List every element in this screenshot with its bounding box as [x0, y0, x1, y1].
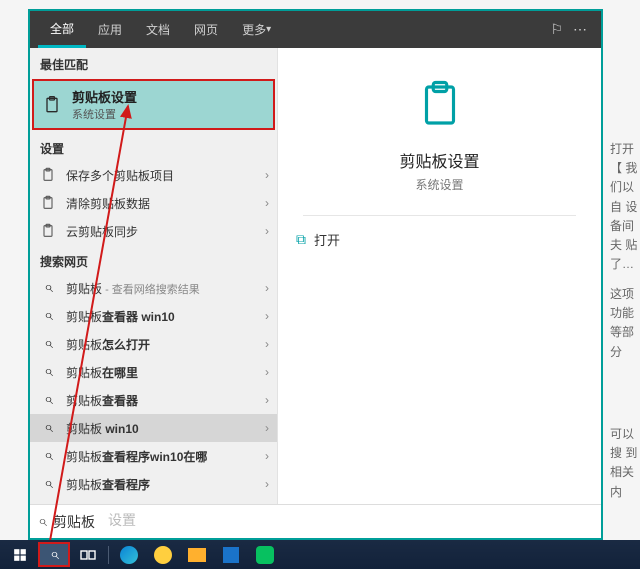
- section-best-match: 最佳匹配: [30, 48, 277, 77]
- taskbar-app-store[interactable]: [215, 542, 247, 567]
- search-icon: [40, 420, 56, 436]
- chevron-right-icon: [265, 196, 269, 210]
- taskbar-app-explorer[interactable]: [181, 542, 213, 567]
- taskbar: [0, 540, 640, 569]
- web-search-item-label: 剪贴板查看程序win10在哪: [66, 448, 267, 465]
- search-icon: [40, 308, 56, 324]
- web-search-item-label: 剪贴板查看器: [66, 392, 267, 409]
- search-icon: [38, 513, 47, 531]
- chevron-right-icon: [265, 421, 269, 435]
- web-search-item[interactable]: 剪贴板查看器 win10: [30, 302, 277, 330]
- best-match-item[interactable]: 剪贴板设置 系统设置: [32, 79, 275, 130]
- settings-item-label: 清除剪贴板数据: [66, 195, 267, 212]
- web-search-item[interactable]: 剪贴板在哪里: [30, 358, 277, 386]
- web-search-item[interactable]: 剪贴板查看程序: [30, 470, 277, 498]
- chevron-right-icon: [265, 281, 269, 295]
- chevron-right-icon: [265, 393, 269, 407]
- web-search-item[interactable]: 剪贴板怎么打开: [30, 330, 277, 358]
- search-input-row: 设置: [30, 504, 601, 538]
- web-search-item[interactable]: 剪贴板 win10: [30, 414, 277, 442]
- tab-docs[interactable]: 文档: [134, 11, 182, 48]
- web-search-item[interactable]: 剪贴板 - 查看网络搜索结果: [30, 274, 277, 302]
- clipboard-icon: [40, 223, 56, 239]
- chevron-right-icon: [265, 337, 269, 351]
- open-icon: ⧉: [296, 231, 306, 248]
- clipboard-icon: [40, 195, 56, 211]
- start-button[interactable]: [4, 542, 36, 567]
- preview-title: 剪贴板设置: [399, 148, 479, 172]
- section-settings: 设置: [30, 132, 277, 161]
- feedback-icon[interactable]: ⚐: [550, 21, 563, 38]
- chevron-right-icon: [265, 449, 269, 463]
- preview-open-label: 打开: [314, 230, 340, 249]
- web-search-item-label: 剪贴板怎么打开: [66, 336, 267, 353]
- tab-all[interactable]: 全部: [38, 11, 86, 48]
- search-icon: [40, 392, 56, 408]
- web-search-item[interactable]: 剪贴板查看程序win10在哪: [30, 442, 277, 470]
- search-icon: [40, 336, 56, 352]
- preview-open-action[interactable]: ⧉ 打开: [288, 226, 348, 253]
- divider: [108, 546, 109, 564]
- overflow-icon[interactable]: ⋯: [573, 21, 587, 38]
- settings-item-label: 保存多个剪贴板项目: [66, 167, 267, 184]
- taskbar-app-wechat[interactable]: [249, 542, 281, 567]
- clipboard-icon: [42, 95, 62, 115]
- search-icon: [40, 280, 56, 296]
- side-text: 可以搜 到相关内: [610, 425, 640, 502]
- best-match-title: 剪贴板设置: [72, 87, 137, 106]
- side-text: 这项功能 等部分: [610, 285, 640, 362]
- settings-item[interactable]: 保存多个剪贴板项目: [30, 161, 277, 189]
- chevron-right-icon: [265, 168, 269, 182]
- settings-item-label: 云剪贴板同步: [66, 223, 267, 240]
- results-list: 最佳匹配 剪贴板设置 系统设置 设置 保存多个剪贴板项目清除剪贴板数据云剪贴板同…: [30, 48, 278, 504]
- web-search-item-label: 剪贴板查看器 win10: [66, 308, 267, 325]
- tab-more[interactable]: 更多: [230, 11, 283, 48]
- web-search-item[interactable]: 剪贴板查看器: [30, 386, 277, 414]
- chevron-right-icon: [265, 224, 269, 238]
- taskbar-app-edge[interactable]: [113, 542, 145, 567]
- chevron-right-icon: [265, 309, 269, 323]
- task-view-button[interactable]: [72, 542, 104, 567]
- clipboard-icon: [40, 167, 56, 183]
- settings-item[interactable]: 清除剪贴板数据: [30, 189, 277, 217]
- divider: [303, 215, 576, 216]
- best-match-sub: 系统设置: [72, 106, 137, 122]
- search-input[interactable]: [53, 514, 593, 530]
- web-search-item-label: 剪贴板查看程序: [66, 476, 267, 493]
- web-search-item-label: 剪贴板 win10: [66, 420, 267, 437]
- tab-apps[interactable]: 应用: [86, 11, 134, 48]
- clipboard-icon: [413, 78, 467, 132]
- search-panel: 全部 应用 文档 网页 更多 ⚐ ⋯ 最佳匹配 剪贴板设置 系统设置: [28, 9, 603, 540]
- preview-pane: 剪贴板设置 系统设置 ⧉ 打开: [278, 48, 601, 504]
- search-icon: [40, 364, 56, 380]
- web-search-item-label: 剪贴板 - 查看网络搜索结果: [66, 280, 267, 297]
- web-search-item-label: 剪贴板在哪里: [66, 364, 267, 381]
- preview-sub: 系统设置: [415, 176, 463, 193]
- taskbar-app-browser[interactable]: [147, 542, 179, 567]
- section-web: 搜索网页: [30, 245, 277, 274]
- chevron-right-icon: [265, 477, 269, 491]
- search-icon: [50, 546, 59, 563]
- search-tabs: 全部 应用 文档 网页 更多 ⚐ ⋯: [30, 11, 601, 48]
- search-icon: [40, 476, 56, 492]
- tab-web[interactable]: 网页: [182, 11, 230, 48]
- chevron-right-icon: [265, 365, 269, 379]
- taskbar-search-button[interactable]: [38, 542, 70, 567]
- settings-item[interactable]: 云剪贴板同步: [30, 217, 277, 245]
- side-text: 打开【 我们以自 设备间夫 贴了…: [610, 140, 640, 274]
- search-icon: [40, 448, 56, 464]
